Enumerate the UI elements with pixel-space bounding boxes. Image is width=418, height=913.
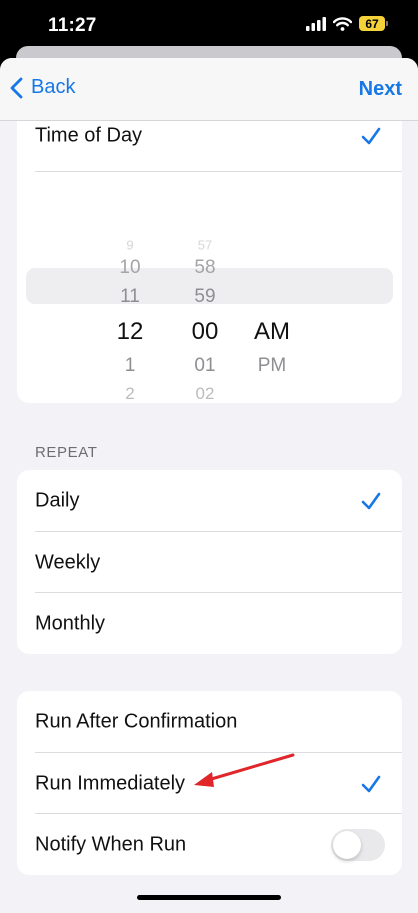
modal-sheet: Back Next Time of Day 9 10 11 12 1 2 3 5… [0, 58, 418, 913]
run-option-label: Run Immediately [35, 772, 186, 794]
repeat-option-monthly[interactable]: Monthly [17, 593, 402, 654]
repeat-options-card: Daily Weekly Monthly [17, 470, 402, 654]
picker-hour[interactable]: 1 [125, 355, 136, 377]
checkmark-icon [361, 775, 381, 792]
picker-period[interactable]: PM [258, 355, 287, 377]
battery-tip [386, 21, 388, 26]
status-icons: 67 [306, 16, 388, 31]
repeat-option-label: Weekly [35, 551, 101, 573]
back-label: Back [31, 76, 76, 98]
picker-minute[interactable]: 58 [194, 257, 215, 279]
picker-hour[interactable]: 10 [119, 257, 140, 279]
toggle-knob [333, 830, 361, 859]
time-of-day-card: Time of Day 9 10 11 12 1 2 3 57 58 59 00… [17, 103, 402, 403]
repeat-option-weekly[interactable]: Weekly [17, 532, 402, 593]
battery-level: 67 [359, 16, 385, 31]
picker-minute[interactable]: 01 [194, 355, 215, 377]
back-button[interactable]: Back [10, 76, 75, 99]
notify-label: Notify When Run [35, 833, 187, 855]
repeat-option-label: Daily [35, 489, 80, 511]
navigation-bar: Back Next [0, 58, 418, 121]
wifi-icon [333, 16, 352, 31]
time-of-day-label: Time of Day [35, 124, 143, 146]
picker-minute[interactable]: 02 [196, 384, 215, 403]
notify-when-run-row: Notify When Run [17, 814, 402, 875]
checkmark-icon [361, 127, 381, 144]
picker-hour-selected[interactable]: 12 [117, 318, 144, 346]
run-options-card: Run After Confirmation Run Immediately N… [17, 691, 402, 875]
next-button[interactable]: Next [359, 78, 402, 101]
battery-indicator: 67 [359, 16, 388, 31]
status-time: 11:27 [48, 15, 97, 36]
cellular-signal-icon [306, 16, 326, 31]
picker-hour[interactable]: 9 [126, 238, 133, 253]
divider [35, 171, 402, 172]
chevron-left-icon [10, 77, 23, 98]
picker-hour[interactable]: 2 [125, 384, 134, 403]
picker-hour[interactable]: 11 [120, 286, 140, 308]
notify-toggle[interactable] [331, 828, 385, 861]
repeat-section-header: REPEAT [35, 444, 98, 461]
run-immediately-option[interactable]: Run Immediately [17, 753, 402, 814]
repeat-option-label: Monthly [35, 612, 106, 634]
picker-minute-selected[interactable]: 00 [192, 318, 219, 346]
picker-minute[interactable]: 57 [198, 238, 212, 253]
status-bar: 11:27 67 [0, 0, 418, 50]
home-indicator[interactable] [137, 895, 281, 900]
picker-period-selected[interactable]: AM [254, 318, 290, 346]
repeat-option-daily[interactable]: Daily [17, 470, 402, 531]
run-option-label: Run After Confirmation [35, 710, 238, 732]
run-after-confirmation-option[interactable]: Run After Confirmation [17, 691, 402, 752]
picker-minute[interactable]: 59 [194, 286, 215, 308]
checkmark-icon [361, 492, 381, 509]
